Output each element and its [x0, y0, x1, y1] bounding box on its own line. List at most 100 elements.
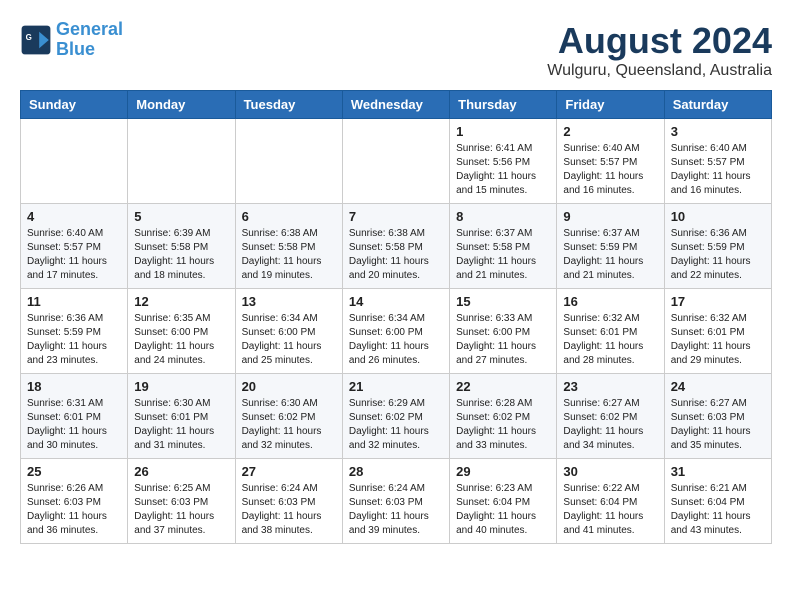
calendar-cell [21, 119, 128, 204]
day-info: Sunrise: 6:22 AMSunset: 6:04 PMDaylight:… [563, 482, 657, 538]
calendar-cell: 30 Sunrise: 6:22 AMSunset: 6:04 PMDayligh… [557, 459, 664, 544]
day-number: 1 [456, 124, 550, 139]
day-number: 27 [242, 464, 336, 479]
day-number: 24 [671, 379, 765, 394]
day-number: 26 [134, 464, 228, 479]
day-number: 13 [242, 294, 336, 309]
weekday-header-saturday: Saturday [664, 91, 771, 119]
day-info: Sunrise: 6:38 AMSunset: 5:58 PMDaylight:… [349, 227, 443, 283]
day-number: 8 [456, 209, 550, 224]
day-info: Sunrise: 6:25 AMSunset: 6:03 PMDaylight:… [134, 482, 228, 538]
calendar-cell: 8 Sunrise: 6:37 AMSunset: 5:58 PMDaylight… [450, 204, 557, 289]
calendar-week-5: 25 Sunrise: 6:26 AMSunset: 6:03 PMDayligh… [21, 459, 772, 544]
day-info: Sunrise: 6:32 AMSunset: 6:01 PMDaylight:… [563, 312, 657, 368]
day-number: 21 [349, 379, 443, 394]
calendar-week-3: 11 Sunrise: 6:36 AMSunset: 5:59 PMDayligh… [21, 289, 772, 374]
day-number: 4 [27, 209, 121, 224]
title-block: August 2024 Wulguru, Queensland, Austral… [547, 20, 772, 80]
day-number: 22 [456, 379, 550, 394]
day-number: 30 [563, 464, 657, 479]
calendar-cell: 27 Sunrise: 6:24 AMSunset: 6:03 PMDayligh… [235, 459, 342, 544]
calendar-cell: 10Sunrise: 6:36 AMSunset: 5:59 PMDayligh… [664, 204, 771, 289]
day-number: 20 [242, 379, 336, 394]
day-number: 3 [671, 124, 765, 139]
calendar-cell: 18Sunrise: 6:31 AMSunset: 6:01 PMDayligh… [21, 374, 128, 459]
day-info: Sunrise: 6:29 AMSunset: 6:02 PMDaylight:… [349, 397, 443, 453]
svg-text:G: G [26, 33, 32, 42]
calendar-cell: 28 Sunrise: 6:24 AMSunset: 6:03 PMDayligh… [342, 459, 449, 544]
day-info: Sunrise: 6:36 AMSunset: 5:59 PMDaylight:… [27, 312, 121, 368]
day-info: Sunrise: 6:28 AMSunset: 6:02 PMDaylight:… [456, 397, 550, 453]
day-info: Sunrise: 6:26 AMSunset: 6:03 PMDaylight:… [27, 482, 121, 538]
calendar-cell: 24Sunrise: 6:27 AMSunset: 6:03 PMDayligh… [664, 374, 771, 459]
calendar-cell: 15Sunrise: 6:33 AMSunset: 6:00 PMDayligh… [450, 289, 557, 374]
day-number: 2 [563, 124, 657, 139]
logo: G General Blue [20, 20, 123, 60]
day-info: Sunrise: 6:21 AMSunset: 6:04 PMDaylight:… [671, 482, 765, 538]
day-info: Sunrise: 6:30 AMSunset: 6:02 PMDaylight:… [242, 397, 336, 453]
day-number: 5 [134, 209, 228, 224]
day-number: 25 [27, 464, 121, 479]
day-info: Sunrise: 6:30 AMSunset: 6:01 PMDaylight:… [134, 397, 228, 453]
day-info: Sunrise: 6:23 AMSunset: 6:04 PMDaylight:… [456, 482, 550, 538]
calendar-cell: 7Sunrise: 6:38 AMSunset: 5:58 PMDaylight… [342, 204, 449, 289]
day-info: Sunrise: 6:32 AMSunset: 6:01 PMDaylight:… [671, 312, 765, 368]
weekday-header-sunday: Sunday [21, 91, 128, 119]
day-number: 18 [27, 379, 121, 394]
month-year-title: August 2024 [547, 20, 772, 62]
weekday-header-tuesday: Tuesday [235, 91, 342, 119]
day-info: Sunrise: 6:40 AMSunset: 5:57 PMDaylight:… [27, 227, 121, 283]
day-info: Sunrise: 6:24 AMSunset: 6:03 PMDaylight:… [242, 482, 336, 538]
calendar-cell: 4 Sunrise: 6:40 AMSunset: 5:57 PMDaylight… [21, 204, 128, 289]
day-info: Sunrise: 6:33 AMSunset: 6:00 PMDaylight:… [456, 312, 550, 368]
calendar-cell: 31Sunrise: 6:21 AMSunset: 6:04 PMDayligh… [664, 459, 771, 544]
day-info: Sunrise: 6:40 AMSunset: 5:57 PMDaylight:… [671, 142, 765, 198]
calendar-cell [342, 119, 449, 204]
calendar-cell: 29Sunrise: 6:23 AMSunset: 6:04 PMDayligh… [450, 459, 557, 544]
calendar-cell: 22 Sunrise: 6:28 AMSunset: 6:02 PMDayligh… [450, 374, 557, 459]
calendar-cell: 25 Sunrise: 6:26 AMSunset: 6:03 PMDayligh… [21, 459, 128, 544]
calendar-cell: 6 Sunrise: 6:38 AMSunset: 5:58 PMDaylight… [235, 204, 342, 289]
weekday-header-row: SundayMondayTuesdayWednesdayThursdayFrid… [21, 91, 772, 119]
day-number: 11 [27, 294, 121, 309]
calendar-week-2: 4 Sunrise: 6:40 AMSunset: 5:57 PMDaylight… [21, 204, 772, 289]
page-header: G General Blue August 2024 Wulguru, Quee… [20, 20, 772, 80]
day-info: Sunrise: 6:37 AMSunset: 5:58 PMDaylight:… [456, 227, 550, 283]
calendar-cell: 14 Sunrise: 6:34 AMSunset: 6:00 PMDayligh… [342, 289, 449, 374]
day-info: Sunrise: 6:35 AMSunset: 6:00 PMDaylight:… [134, 312, 228, 368]
calendar-cell: 1 Sunrise: 6:41 AMSunset: 5:56 PMDaylight… [450, 119, 557, 204]
calendar-cell [235, 119, 342, 204]
calendar-cell: 21 Sunrise: 6:29 AMSunset: 6:02 PMDayligh… [342, 374, 449, 459]
day-number: 14 [349, 294, 443, 309]
calendar-cell: 13 Sunrise: 6:34 AMSunset: 6:00 PMDayligh… [235, 289, 342, 374]
calendar-table: SundayMondayTuesdayWednesdayThursdayFrid… [20, 90, 772, 544]
logo-text2: Blue [56, 40, 123, 60]
weekday-header-thursday: Thursday [450, 91, 557, 119]
weekday-header-wednesday: Wednesday [342, 91, 449, 119]
day-number: 28 [349, 464, 443, 479]
calendar-cell: 5Sunrise: 6:39 AMSunset: 5:58 PMDaylight… [128, 204, 235, 289]
day-info: Sunrise: 6:34 AMSunset: 6:00 PMDaylight:… [349, 312, 443, 368]
location-text: Wulguru, Queensland, Australia [547, 62, 772, 80]
weekday-header-friday: Friday [557, 91, 664, 119]
day-number: 16 [563, 294, 657, 309]
day-info: Sunrise: 6:41 AMSunset: 5:56 PMDaylight:… [456, 142, 550, 198]
day-number: 9 [563, 209, 657, 224]
day-number: 23 [563, 379, 657, 394]
calendar-cell: 26 Sunrise: 6:25 AMSunset: 6:03 PMDayligh… [128, 459, 235, 544]
day-info: Sunrise: 6:40 AMSunset: 5:57 PMDaylight:… [563, 142, 657, 198]
calendar-cell: 11 Sunrise: 6:36 AMSunset: 5:59 PMDayligh… [21, 289, 128, 374]
logo-icon: G [20, 24, 52, 56]
weekday-header-monday: Monday [128, 91, 235, 119]
calendar-cell: 3 Sunrise: 6:40 AMSunset: 5:57 PMDaylight… [664, 119, 771, 204]
calendar-week-4: 18Sunrise: 6:31 AMSunset: 6:01 PMDayligh… [21, 374, 772, 459]
day-info: Sunrise: 6:24 AMSunset: 6:03 PMDaylight:… [349, 482, 443, 538]
day-number: 12 [134, 294, 228, 309]
day-number: 6 [242, 209, 336, 224]
day-info: Sunrise: 6:34 AMSunset: 6:00 PMDaylight:… [242, 312, 336, 368]
day-number: 10 [671, 209, 765, 224]
day-number: 19 [134, 379, 228, 394]
calendar-cell: 19 Sunrise: 6:30 AMSunset: 6:01 PMDayligh… [128, 374, 235, 459]
day-info: Sunrise: 6:38 AMSunset: 5:58 PMDaylight:… [242, 227, 336, 283]
calendar-week-1: 1 Sunrise: 6:41 AMSunset: 5:56 PMDaylight… [21, 119, 772, 204]
